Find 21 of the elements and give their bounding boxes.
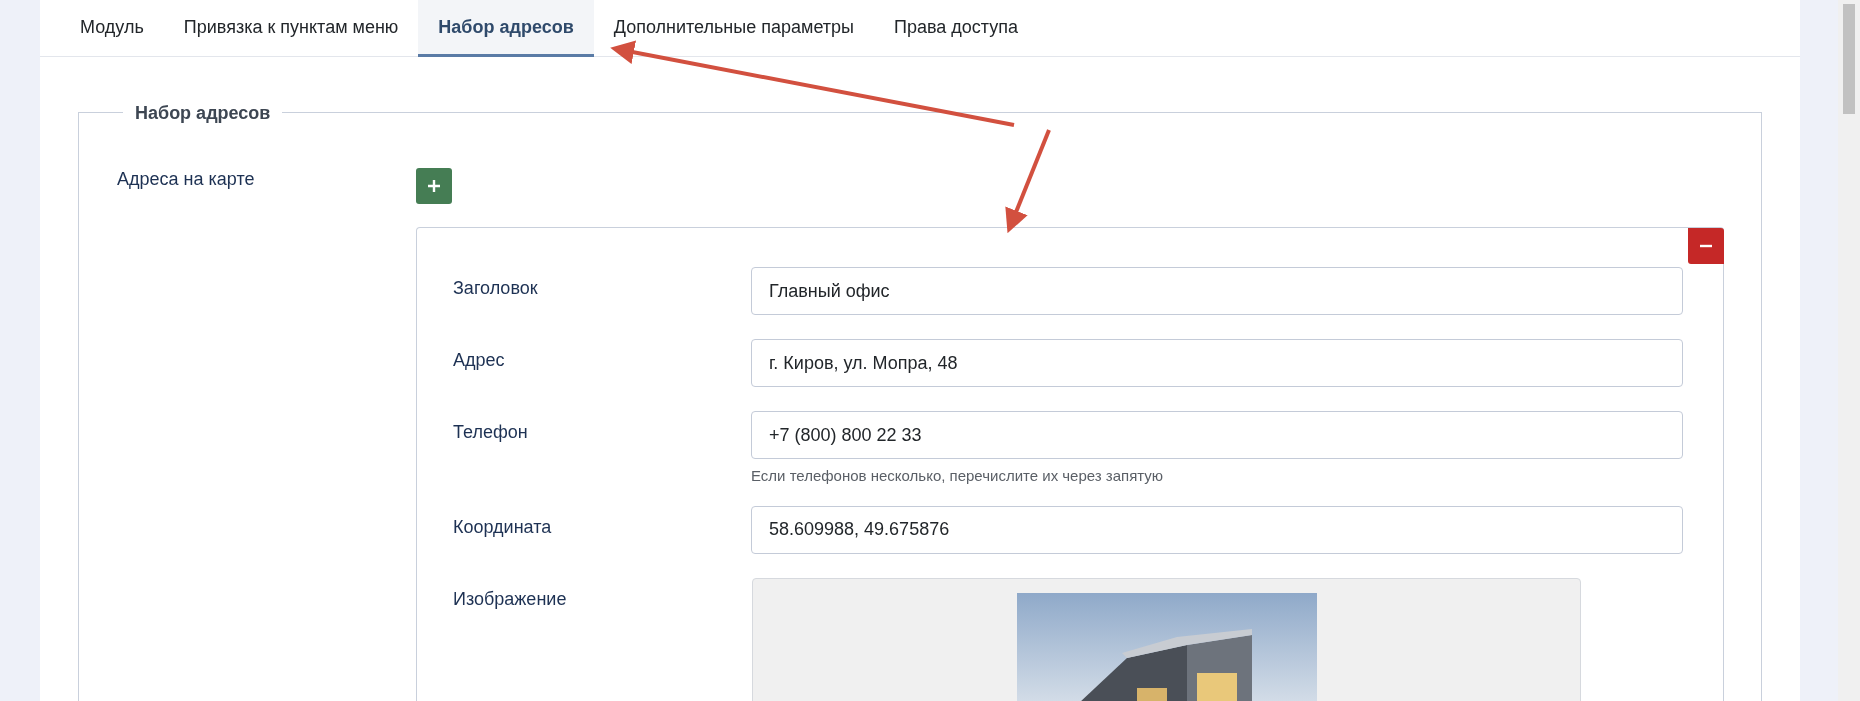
field-label: Заголовок (453, 277, 539, 300)
add-button[interactable] (416, 168, 452, 204)
text-field[interactable]: +7 (800) 800 22 33 (751, 411, 1683, 459)
scrollbar-thumb[interactable] (1843, 4, 1855, 114)
field-label: Адреса на карте (117, 168, 256, 191)
tab[interactable]: Привязка к пунктам меню (163, 0, 419, 57)
field-label: Телефон (453, 421, 529, 444)
field-label: Координата (453, 515, 553, 539)
tab[interactable]: Набор адресов (418, 0, 594, 57)
field-hint: Если телефонов несколько, перечислите их через запятую (751, 466, 1165, 486)
field-label: Изображение (453, 587, 568, 611)
tab[interactable]: Права доступа (874, 0, 1039, 57)
text-field[interactable]: 58.609988, 49.675876 (751, 505, 1683, 554)
minus-icon (1699, 244, 1713, 248)
remove-button[interactable] (1688, 228, 1724, 264)
tab[interactable]: Модуль (60, 0, 164, 57)
plus-icon (427, 179, 441, 193)
text-field[interactable]: Главный офис (751, 267, 1683, 315)
tab[interactable]: Дополнительные параметры (593, 0, 874, 57)
text-field[interactable]: г. Киров, ул. Мопра, 48 (751, 339, 1683, 387)
field-label: Адрес (453, 349, 506, 372)
